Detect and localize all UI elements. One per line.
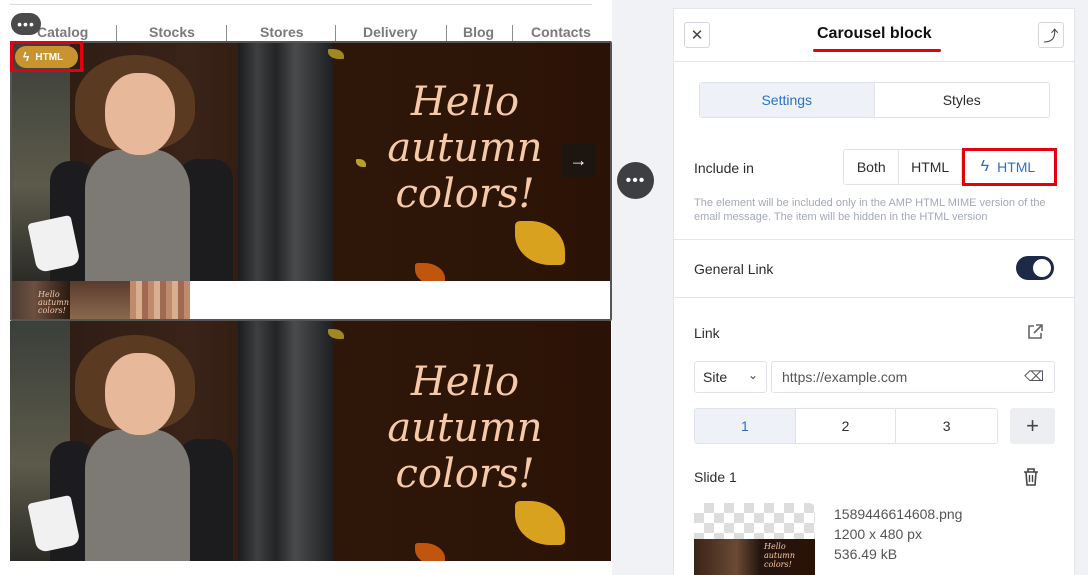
slide-tab-3[interactable]: 3 [896,409,997,443]
nav-separator [335,25,336,41]
tab-settings[interactable]: Settings [700,83,875,117]
nav-item-delivery[interactable]: Delivery [363,24,417,40]
panel-tabs: Settings Styles [699,82,1050,118]
slide-dimensions: 1200 x 480 px [834,526,922,542]
leaf-decoration [415,543,445,561]
toggle-knob [1033,259,1051,277]
panel-title: Carousel block [817,25,932,42]
nav-item-contacts[interactable]: Contacts [531,24,591,40]
clear-input-icon[interactable]: ⌫ [1024,368,1044,385]
slide-file-size: 536.49 kB [834,546,898,562]
close-icon[interactable]: ✕ [684,22,710,48]
include-in-label: Include in [694,160,754,176]
nav-separator [116,25,117,41]
leaf-decoration [515,501,565,545]
link-label: Link [694,325,720,341]
more-options-icon[interactable]: ••• [617,162,654,199]
slide-tab-1[interactable]: 1 [695,409,796,443]
url-input[interactable]: https://example.com ⌫ [771,361,1055,393]
include-html-option[interactable]: HTML [899,150,962,184]
slide-label: Slide 1 [694,469,737,485]
link-type-select[interactable]: Site ⌄ [694,361,767,393]
figure-face [105,353,175,435]
tab-styles[interactable]: Styles [874,83,1049,117]
nav-item-blog[interactable]: Blog [463,24,494,40]
chevron-down-icon: ⌄ [747,368,758,382]
slide-tab-2[interactable]: 2 [795,409,897,443]
nav-separator [512,25,513,41]
background-door [238,321,333,561]
add-slide-button[interactable]: + [1010,408,1055,444]
general-link-label: General Link [694,261,774,277]
slide-file-name: 1589446614608.png [834,506,963,522]
figure-sweater [85,429,190,561]
drag-handle-icon[interactable]: ••• [11,13,41,35]
highlight-frame [962,148,1057,186]
nav-item-stores[interactable]: Stores [260,24,304,40]
nav-item-stocks[interactable]: Stocks [149,24,195,40]
settings-panel: ✕ Carousel block ⤴ Settings Styles Inclu… [673,8,1075,575]
general-link-toggle[interactable] [1016,256,1054,280]
nav-separator [226,25,227,41]
include-both-option[interactable]: Both [844,150,900,184]
banner-headline: Hello autumn colors! [387,359,543,497]
banner-image: Hello autumn colors! [10,321,611,561]
nav-separator [446,25,447,41]
highlight-frame [10,41,83,72]
divider [674,239,1074,240]
include-in-hint: The element will be included only in the… [694,197,1046,223]
nav-item-catalog[interactable]: Catalog [37,24,88,40]
email-canvas: Catalog Stocks Stores Delivery Blog Cont… [0,0,612,575]
slide-selector: 1 2 3 [694,408,998,444]
highlight-underline [813,49,941,52]
move-up-icon[interactable]: ⤴ [1038,22,1064,48]
next-arrow-icon[interactable]: → [562,144,595,177]
slide-image-preview[interactable]: Hello autumn colors! [694,503,815,575]
carousel-block[interactable] [10,41,612,321]
panel-header: ✕ Carousel block ⤴ [674,9,1074,62]
divider [674,297,1074,298]
external-link-icon[interactable] [1026,323,1046,343]
trash-icon[interactable] [1022,467,1042,487]
